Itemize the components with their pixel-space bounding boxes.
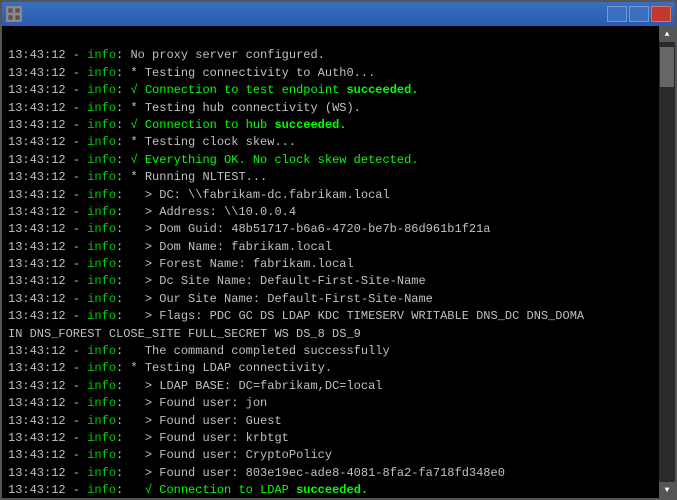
log-line: 13:43:12 - info: > Address: \\10.0.0.4 [8, 204, 653, 221]
log-line: IN DNS_FOREST CLOSE_SITE FULL_SECRET WS … [8, 326, 653, 343]
titlebar-left [6, 6, 22, 22]
log-line: 13:43:12 - info: > Found user: CryptoPol… [8, 447, 653, 464]
log-line: 13:43:12 - info: √ Connection to test en… [8, 82, 653, 99]
log-line: 13:43:12 - info: > Found user: jon [8, 395, 653, 412]
close-button[interactable] [651, 6, 671, 22]
cmd-window: 13:43:12 - info: No proxy server configu… [0, 0, 677, 500]
log-line: 13:43:12 - info: > LDAP BASE: DC=fabrika… [8, 378, 653, 395]
log-line: 13:43:12 - info: The command completed s… [8, 343, 653, 360]
log-line: 13:43:12 - info: > Found user: krbtgt [8, 430, 653, 447]
log-line: 13:43:12 - info: > Dc Site Name: Default… [8, 273, 653, 290]
log-line: 13:43:12 - info: No proxy server configu… [8, 47, 653, 64]
log-line: 13:43:12 - info: * Testing clock skew... [8, 134, 653, 151]
log-line: 13:43:12 - info: > Our Site Name: Defaul… [8, 291, 653, 308]
scroll-track [659, 42, 675, 482]
maximize-button[interactable] [629, 6, 649, 22]
log-line: 13:43:12 - info: * Running NLTEST... [8, 169, 653, 186]
minimize-button[interactable] [607, 6, 627, 22]
log-line: 13:43:12 - info: * Testing LDAP connecti… [8, 360, 653, 377]
console-area: 13:43:12 - info: No proxy server configu… [2, 26, 675, 498]
log-line: 13:43:12 - info: √ Connection to hub suc… [8, 117, 653, 134]
log-line: 13:43:12 - info: > DC: \\fabrikam-dc.fab… [8, 187, 653, 204]
scroll-thumb[interactable] [660, 47, 674, 87]
log-line: 13:43:12 - info: > Dom Name: fabrikam.lo… [8, 239, 653, 256]
log-line: 13:43:12 - info: > Forest Name: fabrikam… [8, 256, 653, 273]
log-line: 13:43:12 - info: > Dom Guid: 48b51717-b6… [8, 221, 653, 238]
log-line: 13:43:12 - info: > Found user: Guest [8, 413, 653, 430]
log-line: 13:43:12 - info: * Testing hub connectiv… [8, 100, 653, 117]
log-line: 13:43:12 - info: > Flags: PDC GC DS LDAP… [8, 308, 653, 325]
console-content[interactable]: 13:43:12 - info: No proxy server configu… [2, 26, 659, 498]
log-line: 13:43:12 - info: > Found user: 803e19ec-… [8, 465, 653, 482]
log-line: 13:43:12 - info: √ Everything OK. No clo… [8, 152, 653, 169]
log-line: 13:43:12 - info: * Testing connectivity … [8, 65, 653, 82]
titlebar-buttons [607, 6, 671, 22]
scrollbar[interactable]: ▲ ▼ [659, 26, 675, 498]
blank-line [8, 30, 653, 47]
window-icon [6, 6, 22, 22]
scroll-up-button[interactable]: ▲ [659, 26, 675, 42]
log-lines: 13:43:12 - info: No proxy server configu… [8, 47, 653, 498]
log-line: 13:43:12 - info: √ Connection to LDAP su… [8, 482, 653, 498]
titlebar [2, 2, 675, 26]
scroll-down-button[interactable]: ▼ [659, 482, 675, 498]
